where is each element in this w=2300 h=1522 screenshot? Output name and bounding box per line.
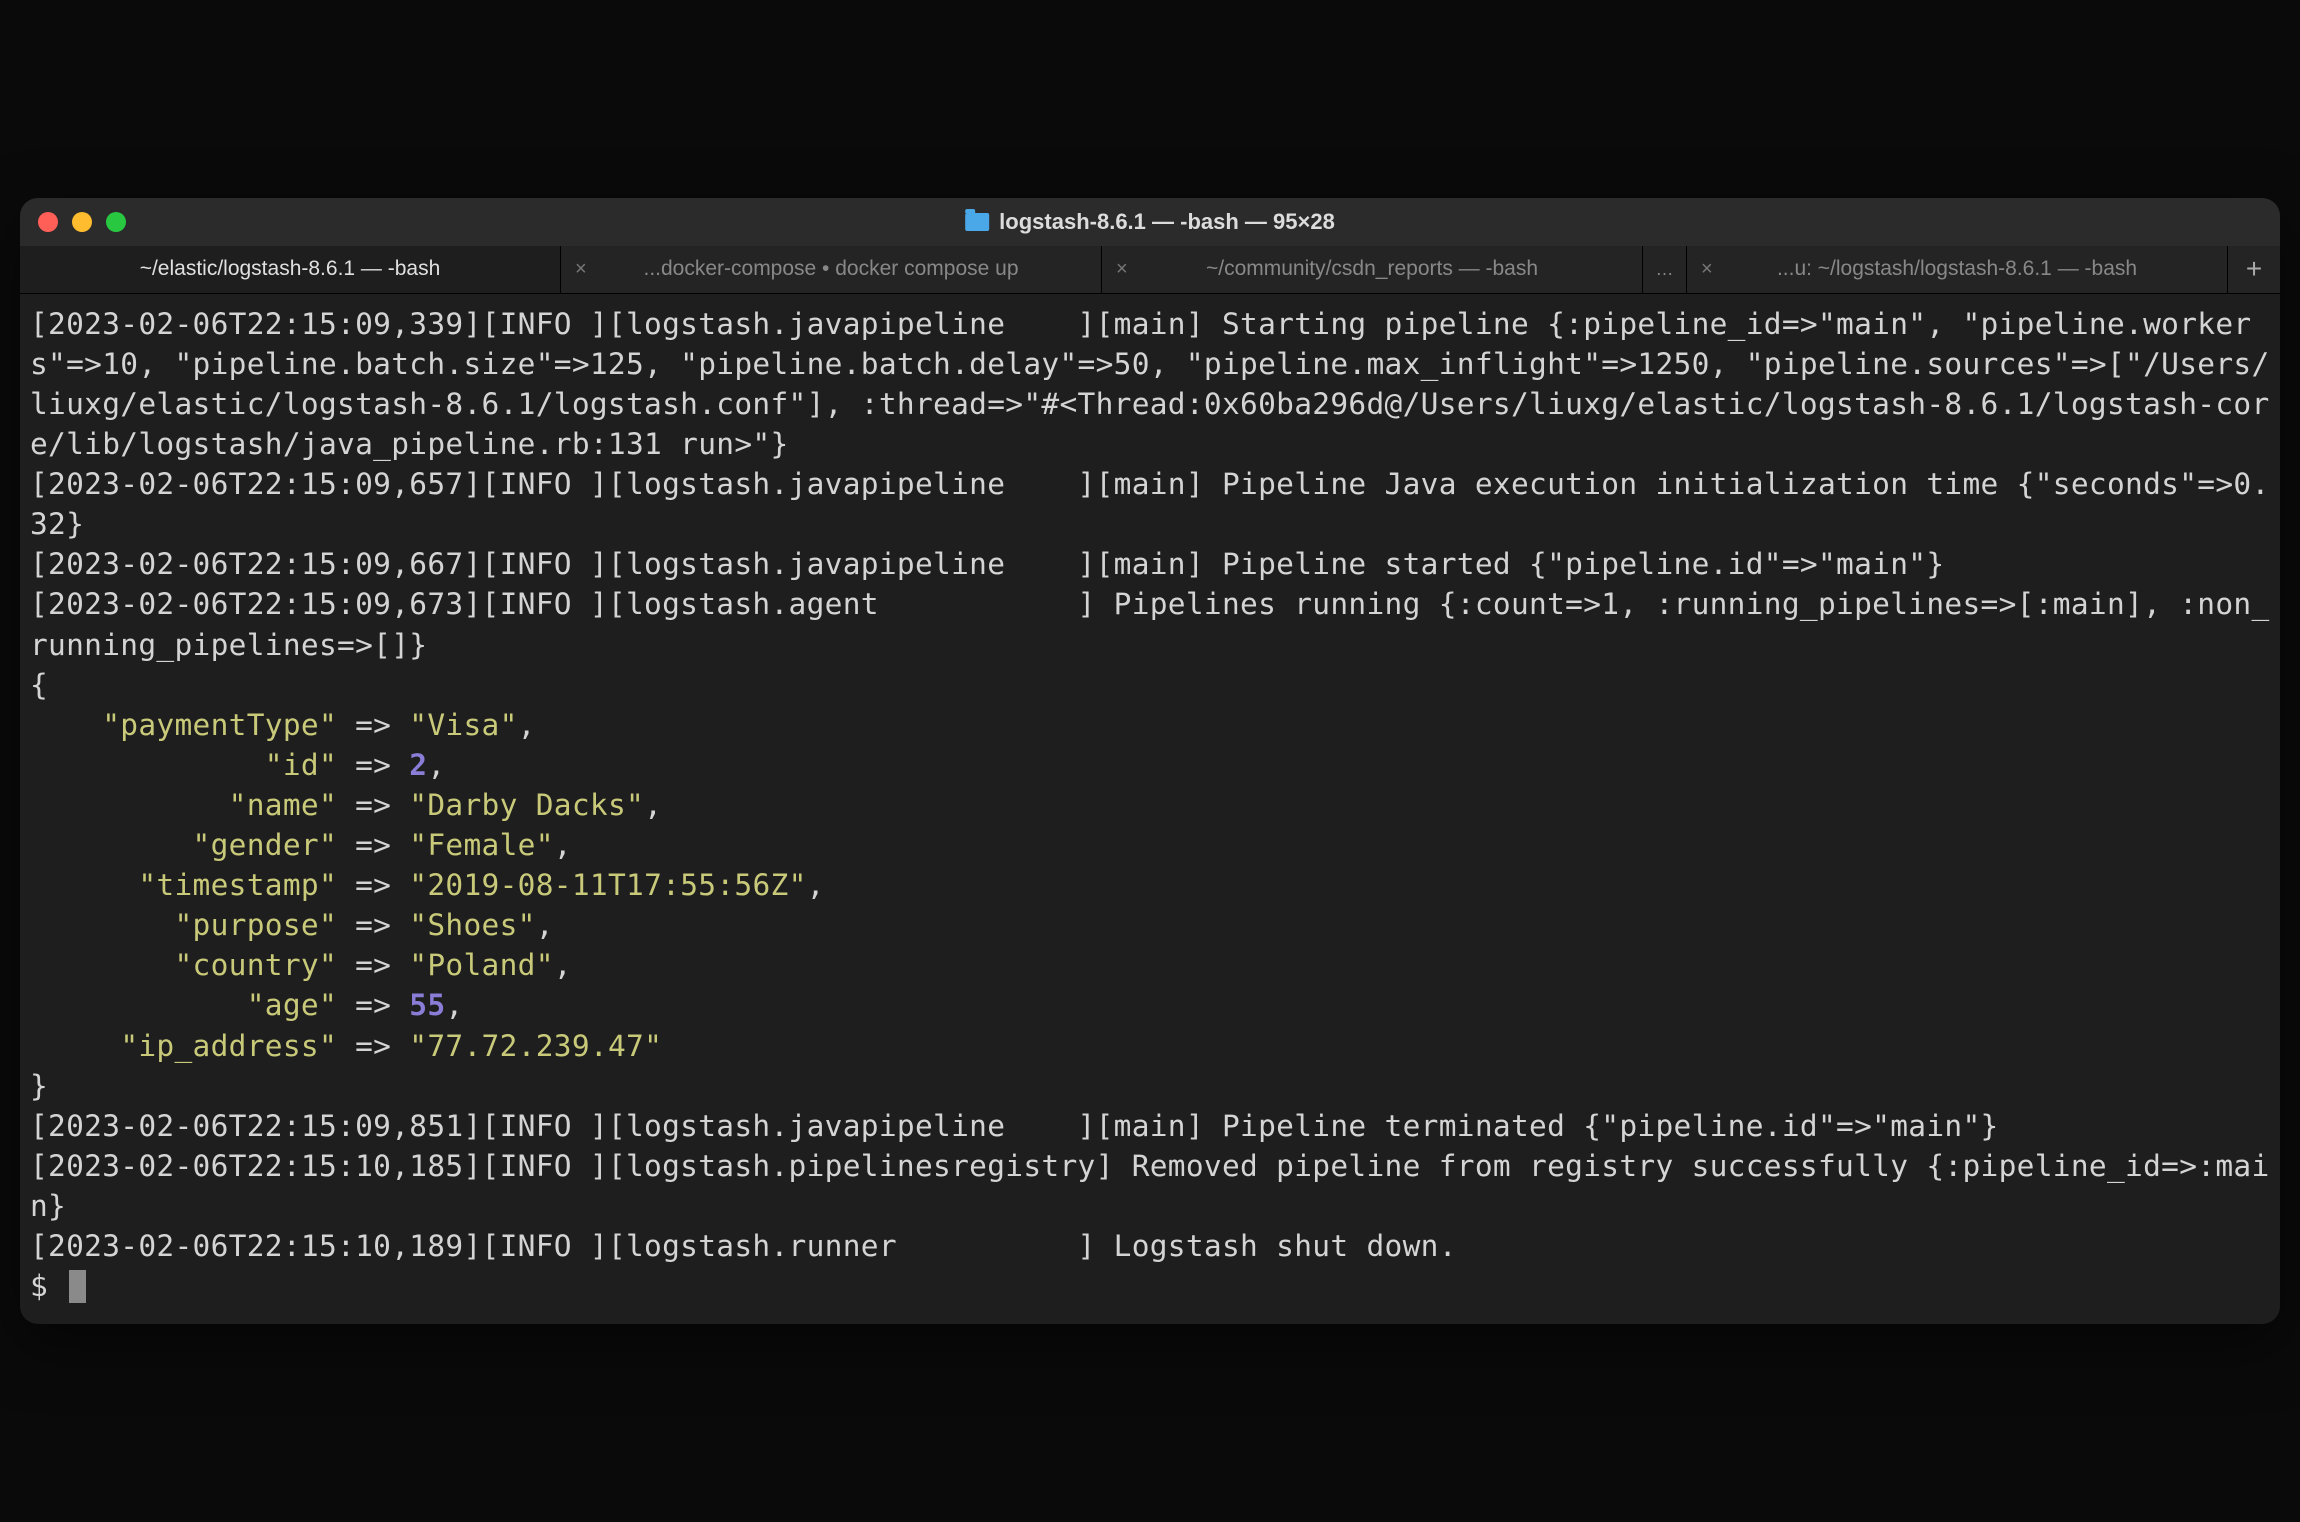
field-val: 2: [409, 748, 427, 782]
cursor: [69, 1270, 86, 1303]
terminal-output[interactable]: [2023-02-06T22:15:09,339][INFO ][logstas…: [20, 294, 2280, 1325]
record-open: {: [30, 668, 48, 702]
traffic-lights: [38, 212, 126, 232]
close-icon[interactable]: ×: [1701, 258, 1713, 281]
field-val: "Darby Dacks": [409, 788, 644, 822]
comma: ,: [518, 708, 536, 742]
field-val: "Poland": [409, 948, 553, 982]
close-button[interactable]: [38, 212, 58, 232]
tab-4[interactable]: × ...u: ~/logstash/logstash-8.6.1 — -bas…: [1687, 246, 2228, 293]
arrow: =>: [337, 988, 409, 1022]
comma: ,: [807, 868, 825, 902]
arrow: =>: [337, 1029, 409, 1063]
tabbar: ~/elastic/logstash-8.6.1 — -bash × ...do…: [20, 246, 2280, 294]
tab-2[interactable]: × ...docker-compose • docker compose up: [561, 246, 1102, 293]
titlebar: logstash-8.6.1 — -bash — 95×28: [20, 198, 2280, 246]
arrow: =>: [337, 868, 409, 902]
tab-label: ~/elastic/logstash-8.6.1 — -bash: [140, 257, 441, 281]
arrow: =>: [337, 828, 409, 862]
field-key: "timestamp": [30, 868, 337, 902]
field-val: "77.72.239.47": [409, 1029, 662, 1063]
field-val: "Shoes": [409, 908, 535, 942]
comma: ,: [427, 748, 445, 782]
arrow: =>: [337, 948, 409, 982]
field-val: "Visa": [409, 708, 517, 742]
field-key: "age": [30, 988, 337, 1022]
arrow: =>: [337, 708, 409, 742]
arrow: =>: [337, 908, 409, 942]
close-icon[interactable]: ×: [1116, 258, 1128, 281]
field-val: "Female": [409, 828, 553, 862]
terminal-window: logstash-8.6.1 — -bash — 95×28 ~/elastic…: [20, 198, 2280, 1325]
log-line: [2023-02-06T22:15:09,673][INFO ][logstas…: [30, 587, 2270, 661]
window-title: logstash-8.6.1 — -bash — 95×28: [965, 209, 1335, 235]
comma: ,: [536, 908, 554, 942]
maximize-button[interactable]: [106, 212, 126, 232]
field-key: "country": [30, 948, 337, 982]
log-line: [2023-02-06T22:15:10,185][INFO ][logstas…: [30, 1149, 2270, 1223]
tab-3[interactable]: × ~/community/csdn_reports — -bash: [1102, 246, 1643, 293]
tab-1[interactable]: ~/elastic/logstash-8.6.1 — -bash: [20, 246, 561, 293]
field-key: "gender": [30, 828, 337, 862]
comma: ,: [554, 948, 572, 982]
field-key: "paymentType": [30, 708, 337, 742]
log-line: [2023-02-06T22:15:10,189][INFO ][logstas…: [30, 1229, 1457, 1263]
comma: ,: [554, 828, 572, 862]
field-key: "id": [30, 748, 337, 782]
arrow: =>: [337, 748, 409, 782]
tab-label: ...u: ~/logstash/logstash-8.6.1 — -bash: [1777, 257, 2137, 281]
log-line: [2023-02-06T22:15:09,657][INFO ][logstas…: [30, 467, 2270, 541]
comma: ,: [644, 788, 662, 822]
window-title-text: logstash-8.6.1 — -bash — 95×28: [999, 209, 1335, 235]
arrow: =>: [337, 788, 409, 822]
field-key: "name": [30, 788, 337, 822]
record-close: }: [30, 1069, 48, 1103]
minimize-button[interactable]: [72, 212, 92, 232]
shell-prompt: $: [30, 1269, 66, 1303]
field-key: "purpose": [30, 908, 337, 942]
field-val: 55: [409, 988, 445, 1022]
tab-label: ...docker-compose • docker compose up: [643, 257, 1018, 281]
log-line: [2023-02-06T22:15:09,339][INFO ][logstas…: [30, 307, 2270, 461]
tab-label: ~/community/csdn_reports — -bash: [1206, 257, 1538, 281]
log-line: [2023-02-06T22:15:09,667][INFO ][logstas…: [30, 547, 1944, 581]
folder-icon: [965, 213, 989, 231]
field-val: "2019-08-11T17:55:56Z": [409, 868, 806, 902]
tab-overflow-button[interactable]: …: [1643, 246, 1687, 293]
comma: ,: [445, 988, 463, 1022]
close-icon[interactable]: ×: [575, 258, 587, 281]
log-line: [2023-02-06T22:15:09,851][INFO ][logstas…: [30, 1109, 1999, 1143]
add-tab-button[interactable]: +: [2228, 246, 2280, 293]
field-key: "ip_address": [30, 1029, 337, 1063]
